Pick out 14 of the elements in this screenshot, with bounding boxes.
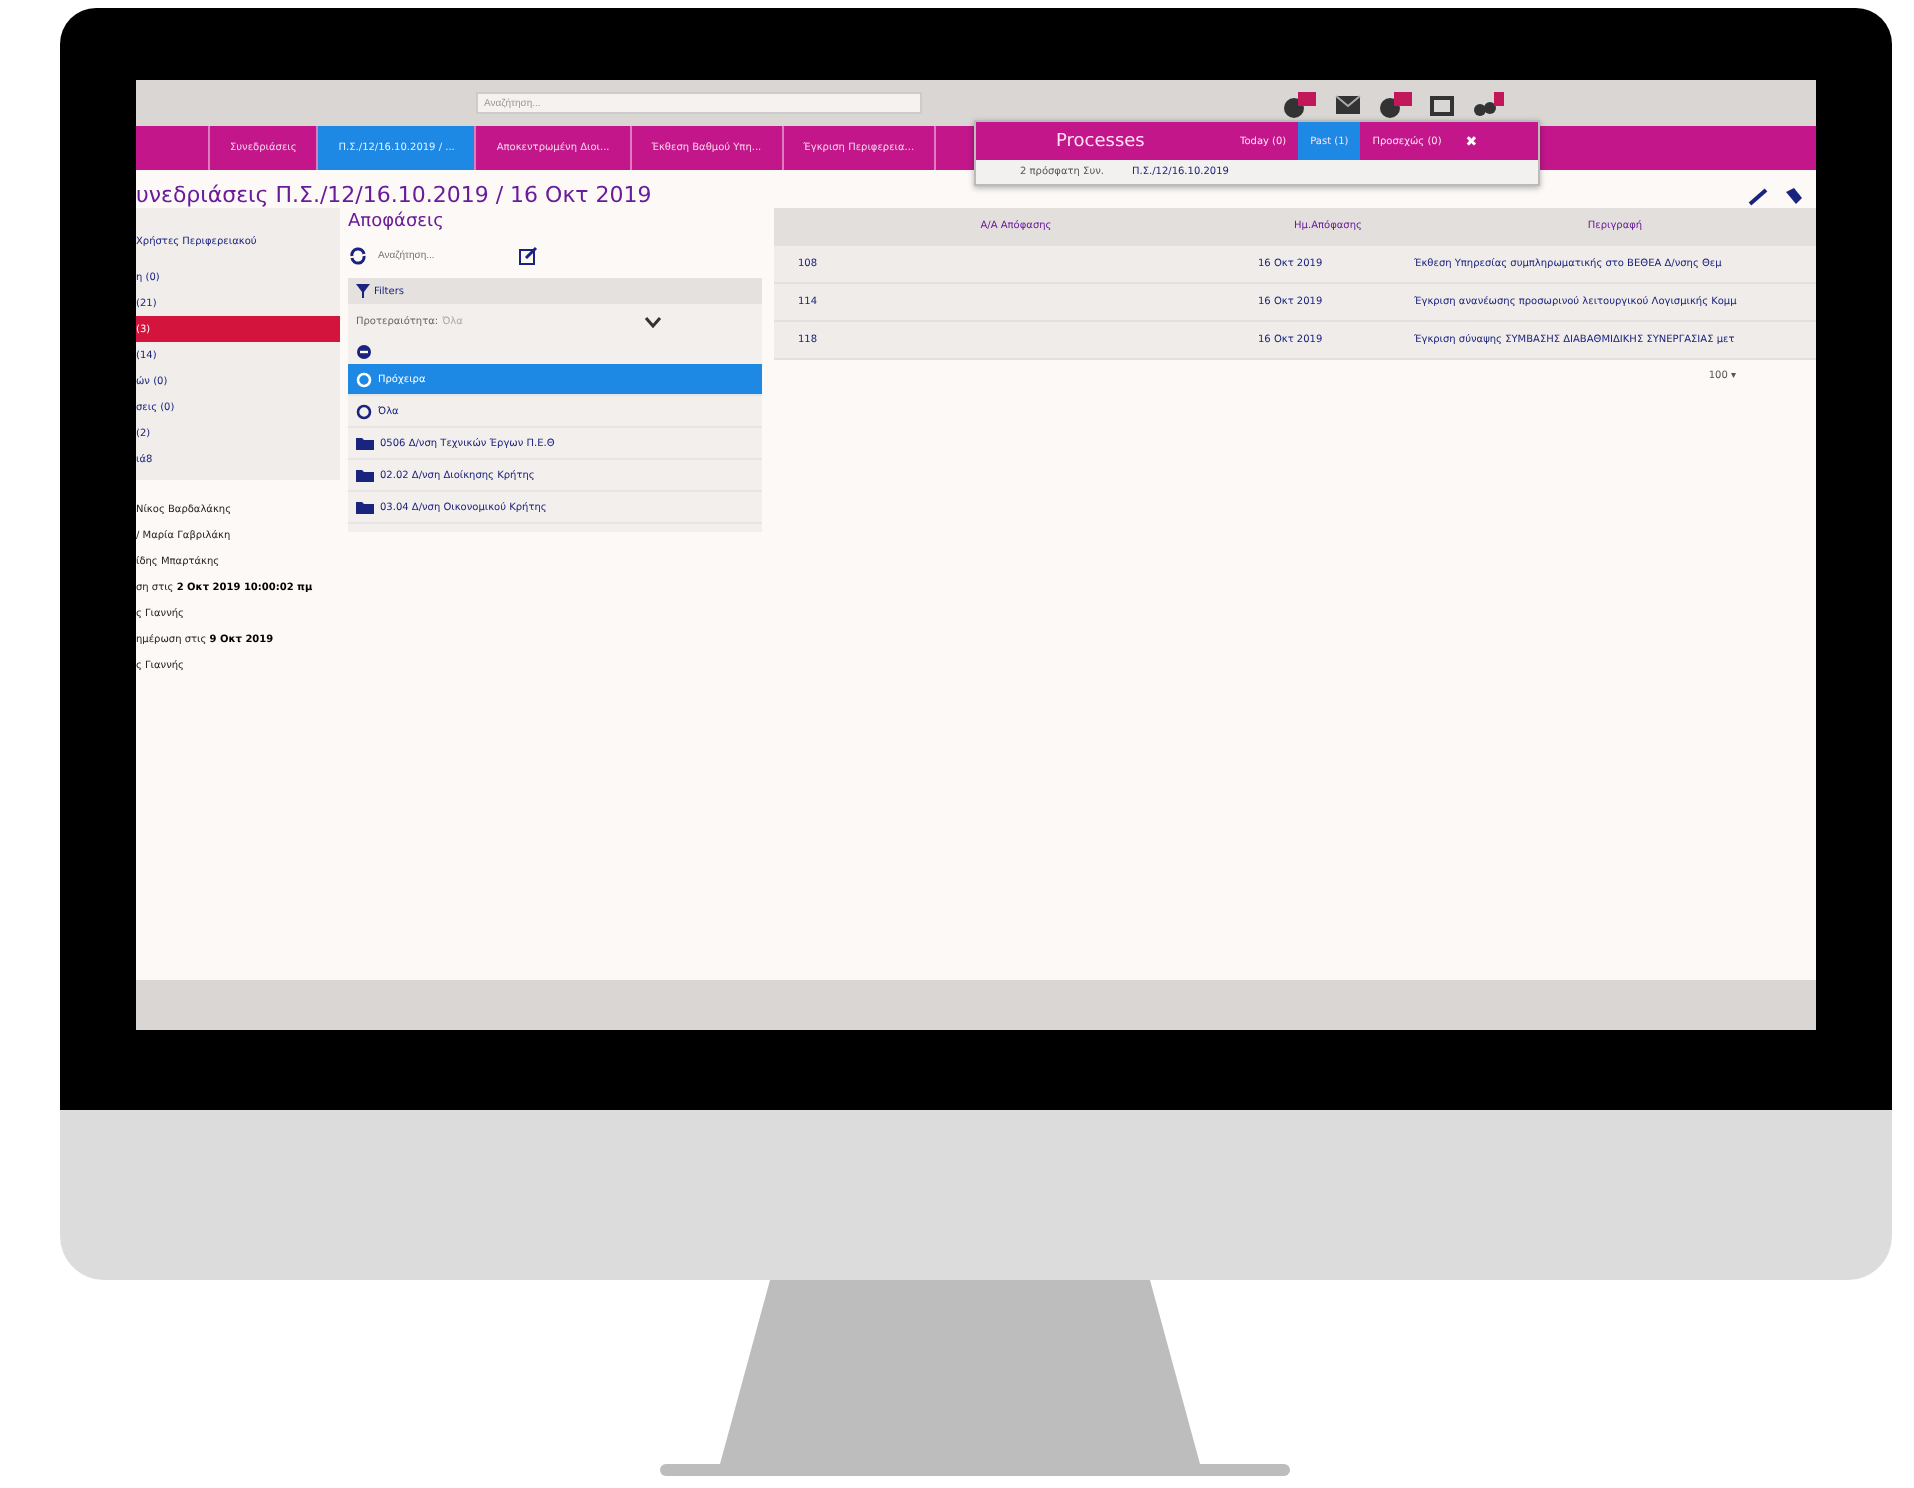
chat-icon[interactable] <box>1378 89 1414 117</box>
circle-icon[interactable] <box>356 403 372 419</box>
minus-circle-icon[interactable] <box>356 343 372 359</box>
filter-icon[interactable] <box>356 284 370 298</box>
mail-icon[interactable] <box>1334 91 1362 115</box>
page-title: υνεδριάσεις Π.Σ./12/16.10.2019 / 16 Οκτ 2019 <box>136 182 652 208</box>
chevron-down-icon[interactable] <box>644 315 663 327</box>
section-title: Αποφάσεις <box>348 209 446 236</box>
pencil-icon[interactable] <box>1748 185 1772 205</box>
refresh-icon[interactable] <box>348 246 368 266</box>
users-icon[interactable] <box>1470 89 1506 117</box>
chat-icon[interactable] <box>1282 89 1318 117</box>
edit-icon[interactable] <box>518 246 538 266</box>
popup-title: Processes <box>1056 131 1147 151</box>
